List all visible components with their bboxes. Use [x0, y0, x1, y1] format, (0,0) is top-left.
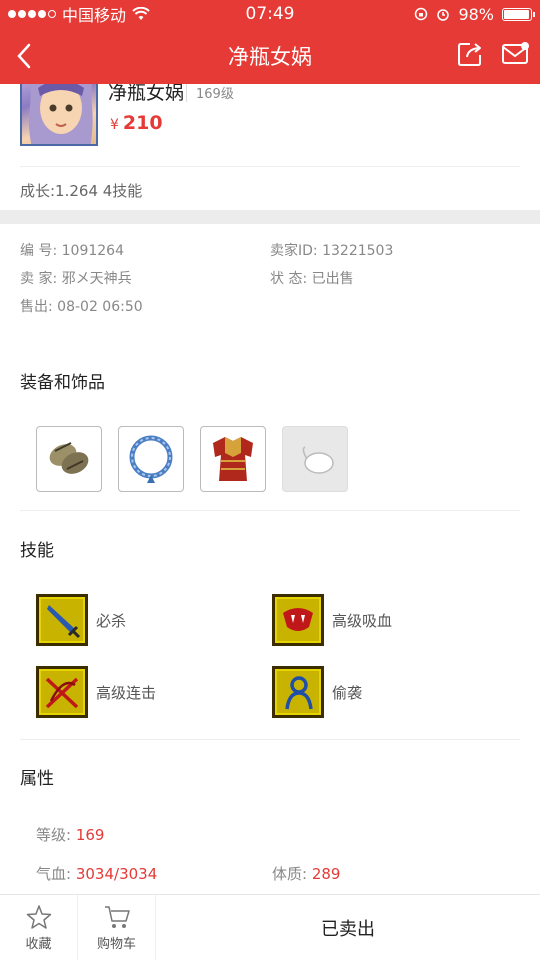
- cart-label: 购物车: [96, 936, 136, 952]
- chevron-left-icon[interactable]: [10, 41, 40, 71]
- attr-value: 289: [311, 865, 341, 883]
- state-value: 已出售: [311, 271, 354, 287]
- currency-symbol: ¥: [110, 117, 119, 133]
- armor-icon: [213, 437, 253, 481]
- id-value: 1091264: [61, 243, 124, 259]
- sold-status-button[interactable]: 已卖出: [156, 895, 540, 960]
- pet-avatar: [20, 84, 98, 146]
- skill-item[interactable]: 必杀: [36, 594, 126, 646]
- attr-level: 等级: 169: [36, 824, 104, 845]
- pet-level: 169级: [186, 84, 234, 102]
- status-bar: 中国移动 07:49 98%: [0, 0, 540, 28]
- top-bar: 中国移动 07:49 98% 净瓶女娲: [0, 0, 540, 84]
- skill-item[interactable]: 高级连击: [36, 666, 156, 718]
- fang-skill-icon: [272, 594, 324, 646]
- empty-accessory-slot-icon: [302, 446, 334, 474]
- seller-value: 邪メ天神兵: [61, 271, 132, 287]
- section-gap: [0, 210, 540, 224]
- sword-skill-icon: [36, 594, 88, 646]
- favorite-label: 收藏: [25, 936, 52, 952]
- equipment-slot-empty[interactable]: [282, 426, 348, 492]
- equipment-slot[interactable]: [200, 426, 266, 492]
- trade-info: 编 号: 1091264 卖家ID: 13221503 卖 家: 邪メ天神兵 状…: [20, 240, 520, 324]
- favorite-button[interactable]: 收藏: [0, 895, 78, 960]
- attr-label: 体质:: [272, 865, 308, 883]
- rotation-lock-icon: [415, 7, 428, 21]
- section-title-attributes: 属性: [20, 769, 54, 789]
- skill-item[interactable]: 高级吸血: [272, 594, 392, 646]
- pet-name: 净瓶女娲: [108, 84, 185, 104]
- skill-name: 必杀: [96, 611, 127, 630]
- battery-icon: [502, 7, 535, 21]
- pet-header: 净瓶女娲 169级 ¥210: [0, 84, 540, 166]
- mail-icon[interactable]: [500, 40, 530, 68]
- cross-slash-skill-icon: [36, 666, 88, 718]
- carrier-label: 中国移动: [62, 6, 127, 25]
- star-icon: [26, 904, 51, 929]
- battery-percent: 98%: [458, 4, 494, 24]
- signal-icon: [8, 10, 56, 18]
- id-label: 编 号:: [20, 243, 58, 259]
- divider: [20, 166, 520, 167]
- price-value: 210: [122, 112, 163, 134]
- cart-button[interactable]: 购物车: [78, 895, 156, 960]
- sneak-attack-skill-icon: [272, 666, 324, 718]
- attr-label: 等级:: [36, 826, 72, 844]
- seller-label: 卖 家:: [20, 271, 58, 287]
- nav-bar: 净瓶女娲: [0, 28, 540, 84]
- section-title-equipment: 装备和饰品: [20, 373, 105, 393]
- content-area[interactable]: 净瓶女娲 169级 ¥210 成长:1.264 4技能 编 号: 1091264…: [0, 84, 540, 894]
- state-label: 状 态:: [270, 271, 308, 287]
- equipment-slot[interactable]: [36, 426, 102, 492]
- cart-icon: [104, 905, 130, 928]
- attr-value: 3034/3034: [75, 865, 158, 883]
- skill-item[interactable]: 偷袭: [272, 666, 362, 718]
- wifi-icon: [132, 7, 150, 20]
- price: ¥210: [110, 112, 163, 134]
- equipment-list: [36, 426, 348, 492]
- alarm-icon: [437, 9, 450, 21]
- skill-name: 高级吸血: [332, 611, 393, 630]
- attr-label: 气血:: [36, 865, 72, 883]
- growth-info: 成长:1.264 4技能: [20, 182, 143, 200]
- equipment-slot[interactable]: [118, 426, 184, 492]
- divider: [20, 739, 520, 740]
- section-title-skills: 技能: [20, 541, 54, 561]
- skill-name: 偷袭: [332, 683, 363, 702]
- attr-constitution: 体质: 289: [272, 863, 340, 884]
- seller-id-value: 13221503: [322, 243, 394, 259]
- sold-time: 08-02 06:50: [57, 299, 143, 315]
- share-icon[interactable]: [456, 40, 484, 68]
- seller-id-label: 卖家ID:: [270, 243, 318, 259]
- sold-status-label: 已卖出: [321, 918, 375, 940]
- necklace-icon: [129, 435, 173, 483]
- sold-label: 售出:: [20, 299, 53, 315]
- skill-name: 高级连击: [96, 683, 157, 702]
- attr-value: 169: [75, 826, 105, 844]
- divider: [20, 510, 520, 511]
- bracers-icon: [49, 442, 89, 474]
- attr-hp: 气血: 3034/3034: [36, 863, 157, 884]
- bottom-bar: 收藏 购物车 已卖出: [0, 894, 540, 960]
